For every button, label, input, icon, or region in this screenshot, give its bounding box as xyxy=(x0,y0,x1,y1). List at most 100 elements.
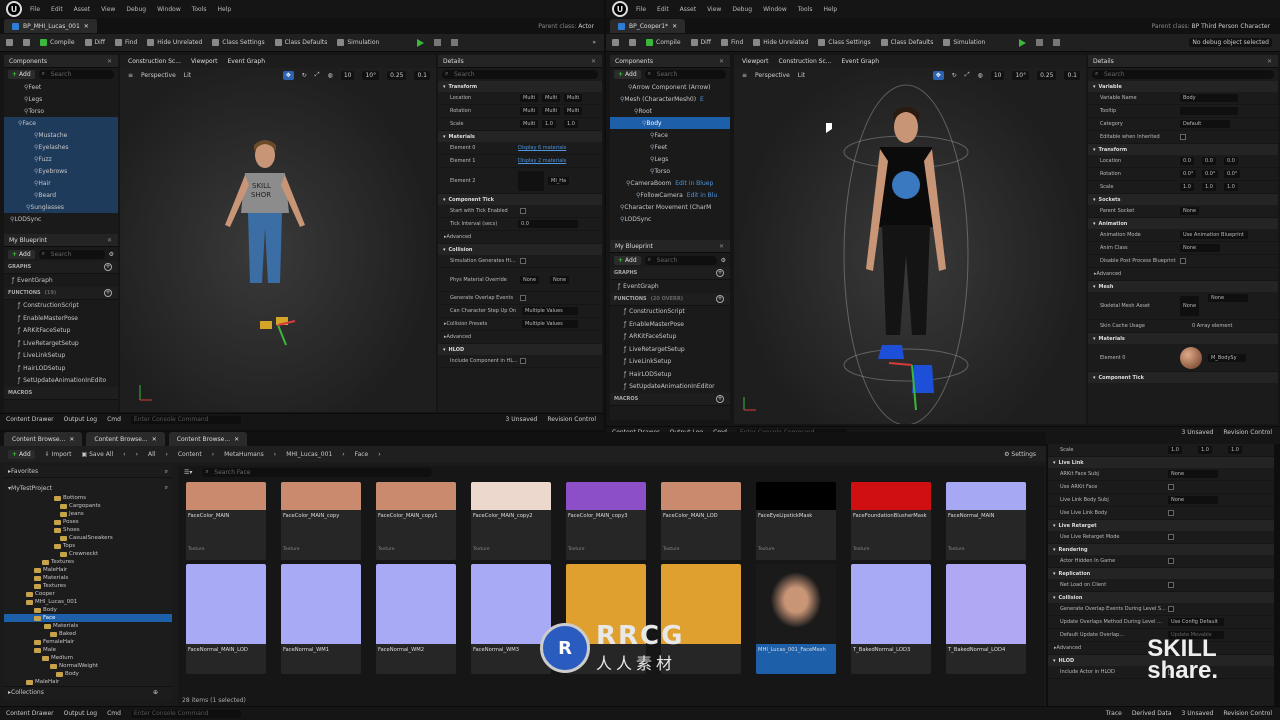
close-icon[interactable]: ✕ xyxy=(672,23,677,30)
function-item[interactable]: SetUpdateAnimationInEdito xyxy=(4,375,118,388)
skeletal-mesh-dropdown[interactable]: None xyxy=(1208,294,1248,302)
folder-item[interactable]: Tops xyxy=(4,542,172,550)
asset-search-input[interactable]: Search Face xyxy=(202,467,433,477)
live-link-body-subj-dropdown[interactable]: None xyxy=(1168,496,1218,504)
save-all-button[interactable]: ▣ Save All xyxy=(82,451,114,458)
graphs-section[interactable]: GRAPHS + xyxy=(4,261,118,274)
collections-header[interactable]: ▸ Collections ⊕ xyxy=(4,686,172,698)
asset-tile[interactable]: FaceNormal_WM2 xyxy=(376,564,456,674)
function-item[interactable]: LiveLinkSetup xyxy=(4,350,118,363)
scale-x[interactable]: Multi xyxy=(520,120,539,128)
unreal-logo-icon[interactable]: U xyxy=(612,1,628,17)
use-live-retarget-checkbox[interactable] xyxy=(1168,534,1174,540)
editable-inherited-checkbox[interactable] xyxy=(1180,134,1186,140)
unsaved-indicator[interactable]: 3 Unsaved xyxy=(506,416,538,423)
scale-label[interactable]: Scale xyxy=(1060,447,1073,453)
asset-tile[interactable]: FaceFoundationBlusherMask Texture xyxy=(851,482,931,560)
forward-icon[interactable]: › xyxy=(136,451,138,458)
right-viewport[interactable]: Viewport Construction Sc... Event Graph … xyxy=(734,55,1086,424)
debug-object-dropdown[interactable]: No debug object selected xyxy=(1189,38,1272,47)
menu-edit[interactable]: Edit xyxy=(657,6,669,13)
asset-tile[interactable]: FaceColor_MAIN_copy3 Texture xyxy=(566,482,646,560)
scale-z[interactable]: 1.0 xyxy=(1224,183,1238,191)
tree-item[interactable]: ⚲ Torso xyxy=(4,105,118,117)
tree-item[interactable]: ⚲ Mesh (CharacterMesh0) E xyxy=(610,93,730,105)
anim-class-dropdown[interactable]: None xyxy=(1180,244,1220,252)
location-y[interactable]: Multi xyxy=(542,94,561,102)
edit-in-blueprint-link[interactable]: Edit in Blu xyxy=(687,192,718,199)
tree-item[interactable]: ⚲ Fuzz xyxy=(4,153,118,165)
menu-asset[interactable]: Asset xyxy=(74,6,90,13)
content-browser-tab-3[interactable]: Content Browse... ✕ xyxy=(168,432,248,446)
folder-item[interactable]: CasualSneakers xyxy=(4,534,172,542)
close-icon[interactable]: ✕ xyxy=(107,237,112,244)
component-tick-section[interactable]: ▾ Component Tick xyxy=(1088,372,1278,383)
rotation-y[interactable]: Multi xyxy=(542,107,561,115)
tree-item[interactable]: ⚲ Legs xyxy=(610,153,730,165)
tree-item[interactable]: ⚲ Beard xyxy=(4,189,118,201)
asset-tile[interactable]: T_BakedNormal_LOD3 xyxy=(851,564,931,674)
function-item[interactable]: EnableMasterPose xyxy=(610,318,730,331)
folder-item[interactable]: Jeans xyxy=(4,510,172,518)
diff-button[interactable]: Diff xyxy=(84,39,105,46)
left-asset-tab[interactable]: BP_MHI_Lucas_001 ✕ xyxy=(4,19,97,33)
skeletal-mesh-thumb[interactable]: None xyxy=(1180,296,1200,316)
browse-icon[interactable] xyxy=(23,39,30,46)
functions-section[interactable]: FUNCTIONS (20 OVERR) + xyxy=(610,292,730,306)
gear-icon[interactable]: ⚙ xyxy=(109,251,114,258)
asset-tile[interactable]: FaceColor_MAIN_copy1 Texture xyxy=(376,482,456,560)
add-graph-icon[interactable]: + xyxy=(104,263,112,271)
live-retarget-section[interactable]: ▾ Live Retarget xyxy=(1048,520,1274,531)
location-label[interactable]: Location xyxy=(1100,158,1121,164)
close-icon[interactable]: ✕ xyxy=(107,58,112,65)
revision-control-button[interactable]: Revision Control xyxy=(1223,710,1272,717)
function-item[interactable]: LiveRetargetSetup xyxy=(610,343,730,356)
folder-item[interactable]: Shoes xyxy=(4,526,172,534)
revision-control-button[interactable]: Revision Control xyxy=(1223,429,1272,436)
content-browser-tab-1[interactable]: Content Browse... ✕ xyxy=(4,432,83,446)
rendering-section[interactable]: ▾ Rendering xyxy=(1048,544,1274,555)
left-viewport[interactable]: Construction Sc... Viewport Event Graph … xyxy=(120,55,436,412)
tree-item[interactable]: ⚲ Face xyxy=(610,129,730,141)
animation-section[interactable]: ▾ Animation xyxy=(1088,218,1278,229)
menu-debug[interactable]: Debug xyxy=(732,6,752,13)
close-icon[interactable]: ✕ xyxy=(1267,58,1272,65)
find-button[interactable]: Find xyxy=(114,39,137,46)
gen-overlap-level-checkbox[interactable] xyxy=(1168,606,1174,612)
tree-item[interactable]: ⚲ Body xyxy=(610,117,730,129)
menu-debug[interactable]: Debug xyxy=(126,6,146,13)
net-load-checkbox[interactable] xyxy=(1168,582,1174,588)
sim-hit-checkbox[interactable] xyxy=(520,258,526,264)
tree-item[interactable]: ⚲ Root xyxy=(610,105,730,117)
asset-tile[interactable]: MHI_Lucas_001_FaceMesh xyxy=(756,564,836,674)
parent-class-value[interactable]: BP Third Person Character xyxy=(1191,23,1270,30)
path-face[interactable]: Face xyxy=(355,451,369,458)
scale-x[interactable]: 1.0 xyxy=(1168,446,1182,454)
replication-section[interactable]: ▾ Replication xyxy=(1048,568,1274,579)
hide-unrelated-button[interactable]: Hide Unrelated xyxy=(147,39,202,46)
folder-item[interactable]: Crewneckt xyxy=(4,550,172,558)
skin-cache-array[interactable]: 0 Array element xyxy=(1192,323,1232,329)
function-item[interactable]: HairLODSetup xyxy=(610,368,730,381)
menu-file[interactable]: File xyxy=(636,6,646,13)
class-defaults-button[interactable]: Class Defaults xyxy=(274,39,327,46)
unsaved-indicator[interactable]: 3 Unsaved xyxy=(1182,429,1214,436)
parent-class-value[interactable]: Actor xyxy=(578,23,594,30)
folder-item[interactable]: Poses xyxy=(4,518,172,526)
location-x[interactable]: Multi xyxy=(520,94,539,102)
derived-data-button[interactable]: Derived Data xyxy=(1132,710,1172,717)
location-x[interactable]: 0.0 xyxy=(1180,157,1194,165)
use-arkit-face-checkbox[interactable] xyxy=(1168,484,1174,490)
asset-tile[interactable]: FaceNormal_MAIN_LOD xyxy=(186,564,266,674)
asset-tile[interactable]: FaceColor_MAIN_LOD Texture xyxy=(661,482,741,560)
function-item[interactable]: LiveLinkSetup xyxy=(610,356,730,369)
function-item[interactable]: HairLODSetup xyxy=(4,362,118,375)
material-thumbnail[interactable] xyxy=(518,171,544,191)
add-collection-icon[interactable]: ⊕ xyxy=(153,689,158,696)
tree-item[interactable]: ⚲ CameraBoom Edit in Bluep xyxy=(610,177,730,189)
components-tab[interactable]: Components xyxy=(615,58,653,65)
collision-presets-label[interactable]: Collision Presets xyxy=(447,321,488,327)
pause-icon[interactable] xyxy=(1036,39,1044,46)
can-step-dropdown[interactable]: Multiple Values xyxy=(522,307,578,315)
cmd-button[interactable]: Cmd xyxy=(107,710,121,717)
